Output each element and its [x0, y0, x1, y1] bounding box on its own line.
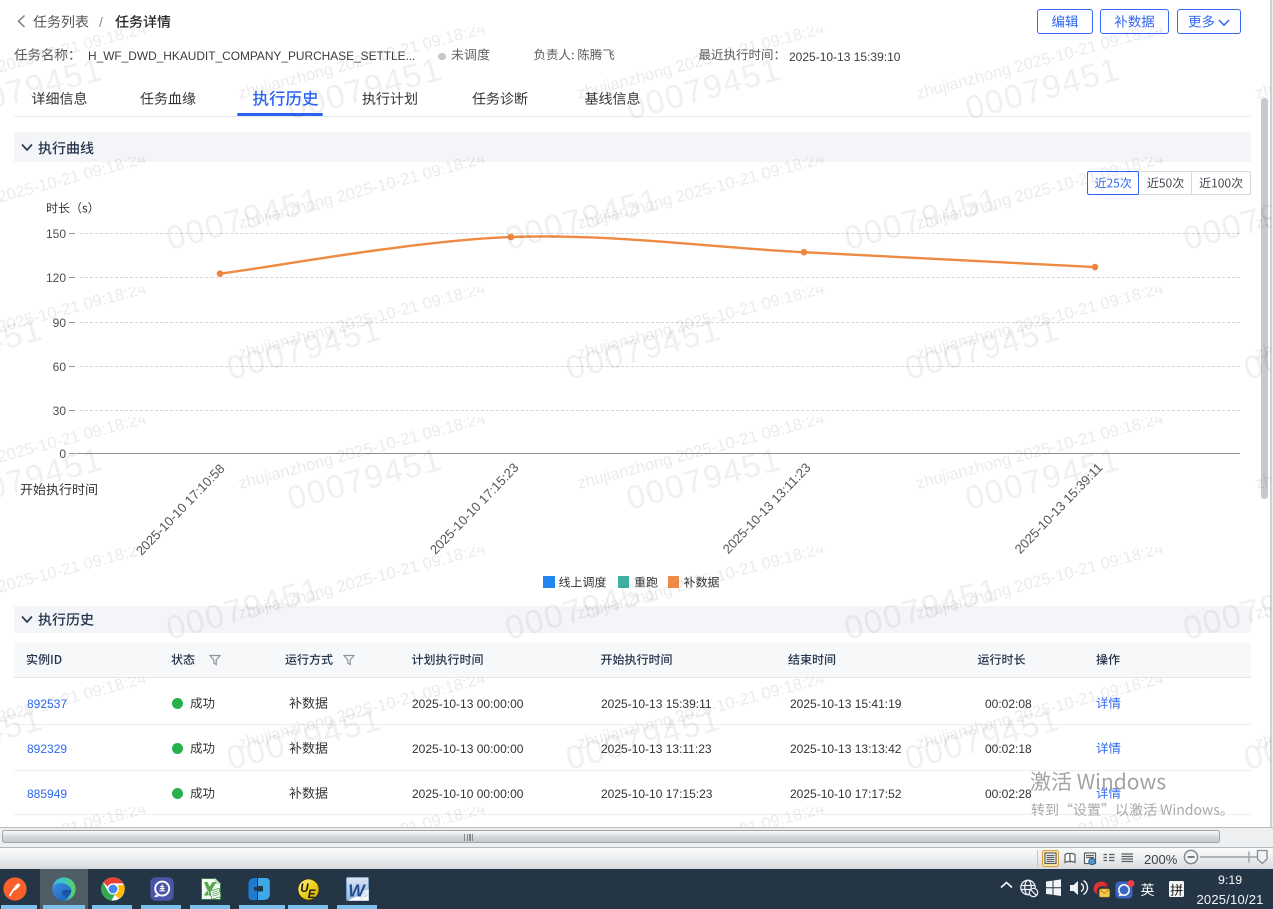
svg-text:E: E	[308, 889, 316, 901]
svg-text:W: W	[348, 881, 366, 901]
